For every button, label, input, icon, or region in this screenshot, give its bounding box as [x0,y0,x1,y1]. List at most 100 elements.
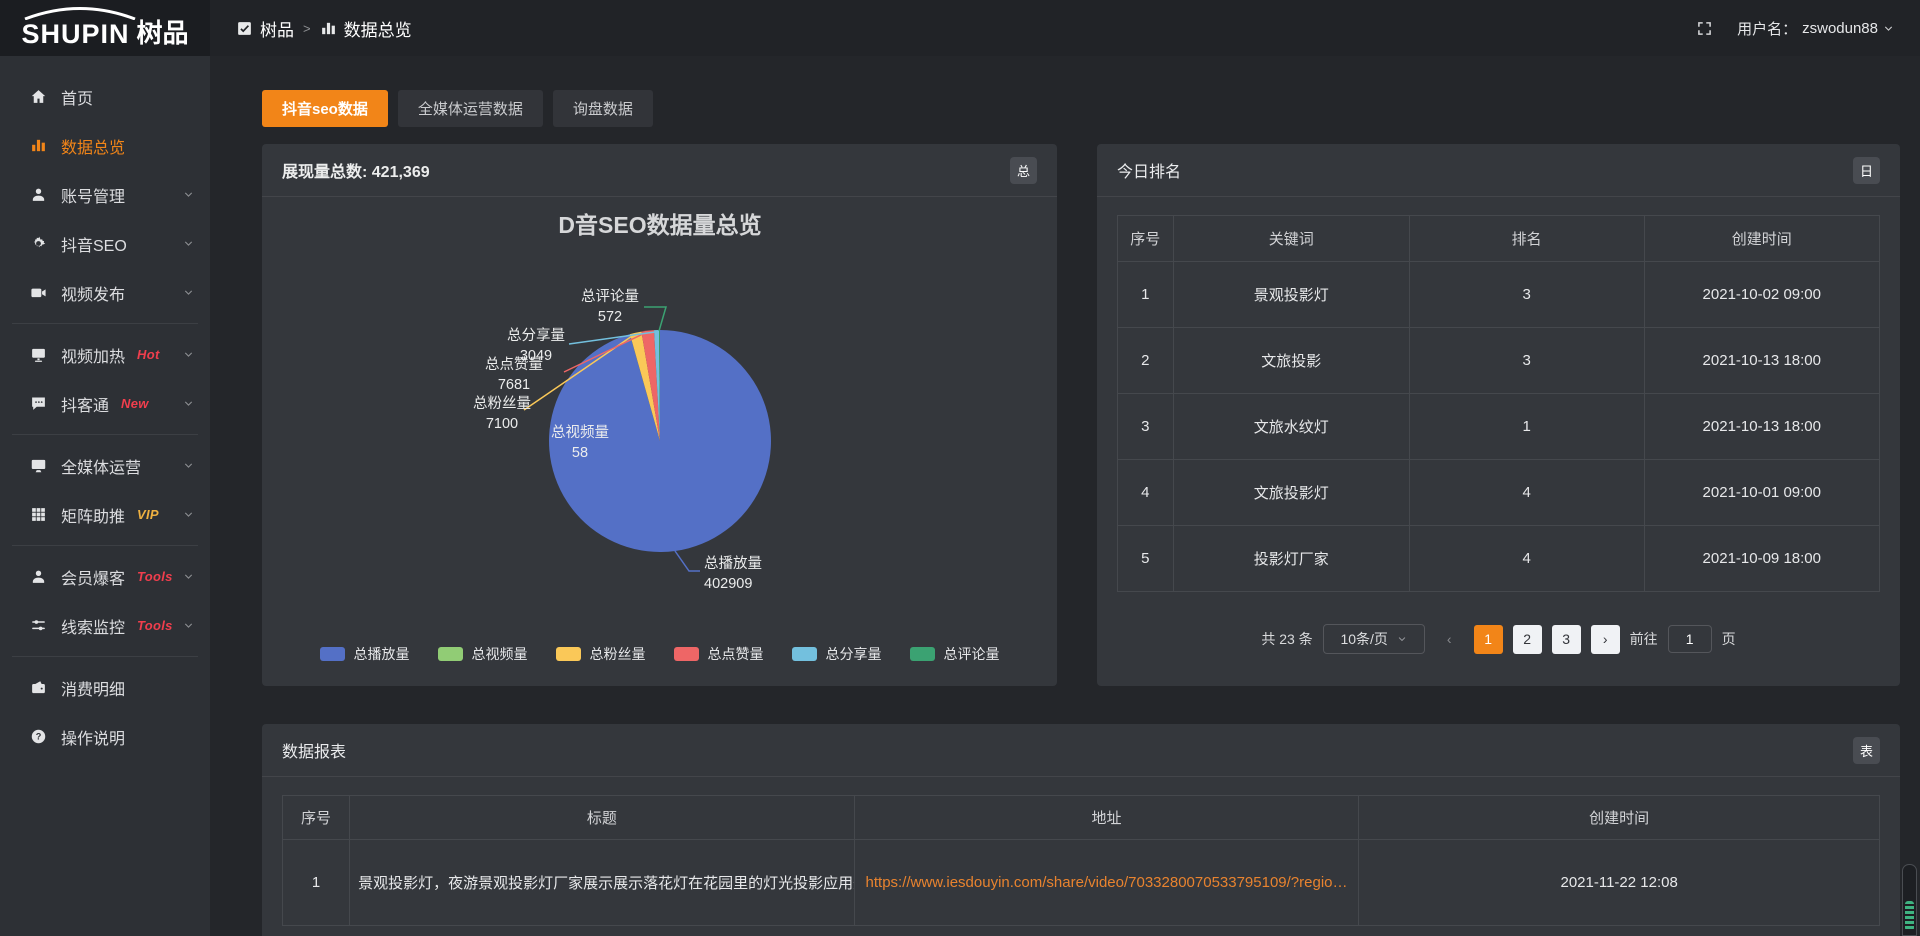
next-page-button[interactable]: › [1591,625,1620,654]
chevron-down-icon [183,620,194,631]
total-impressions-stat: 展现量总数: 421,369 [282,158,430,182]
overview-corner-button[interactable]: 总 [1010,157,1037,184]
chevron-down-icon [183,509,194,520]
sidebar: 首页数据总览账号管理抖音SEO视频发布视频加热Hot 抖客通 New 全媒体运营矩阵助… [0,56,210,936]
tab-all-media-data[interactable]: 全媒体运营数据 [398,90,543,127]
cell: 2021-10-13 18:00 [1644,328,1879,394]
tab-douyin-seo-data[interactable]: 抖音seo数据 [262,90,388,127]
gear-icon [30,235,47,252]
sidebar-item-all-media-operation[interactable]: 全媒体运营 [0,441,210,490]
sidebar-item-video-heating[interactable]: 视频加热Hot [0,330,210,379]
goto-page-input[interactable] [1668,625,1712,653]
legend-item-总点赞量[interactable]: 总点赞量 [674,644,764,664]
sidebar-item-label: 抖客通 [61,392,109,416]
page-button-3[interactable]: 3 [1552,625,1581,654]
app-icon [236,20,253,37]
table-row: 1景观投影灯32021-10-02 09:00 [1118,262,1880,328]
pie-label-line [675,551,700,571]
bar-chart-icon [320,20,337,37]
cell: 4 [1409,460,1644,526]
page-button-2[interactable]: 2 [1513,625,1542,654]
legend-swatch [674,647,699,661]
prev-page-button[interactable]: ‹ [1435,625,1464,654]
chevron-down-icon [1883,23,1894,34]
legend-item-总评论量[interactable]: 总评论量 [910,644,1000,664]
pie-label-name: 总视频量 [551,424,609,441]
video-link[interactable]: https://www.iesdouyin.com/share/video/70… [866,874,1348,891]
user-menu[interactable]: 用户名：zswodun88 [1737,18,1894,39]
breadcrumb-app[interactable]: 树品 [236,16,294,41]
logo-text-cn: 树品 [137,20,189,47]
legend-item-总播放量[interactable]: 总播放量 [320,644,410,664]
badge-tools: Tools [137,569,173,584]
column-header: 关键词 [1173,216,1409,262]
sidebar-item-douyin-seo[interactable]: 抖音SEO [0,219,210,268]
fullscreen-icon[interactable] [1696,20,1713,37]
username: zswodun88 [1802,20,1878,37]
cell: 3 [1409,262,1644,328]
legend-item-总粉丝量[interactable]: 总粉丝量 [556,644,646,664]
page-size-select[interactable]: 10条/页 [1323,624,1425,654]
sidebar-item-instructions[interactable]: ?操作说明 [0,712,210,761]
ranking-corner-button[interactable]: 日 [1853,157,1880,184]
sidebar-item-video-publish[interactable]: 视频发布 [0,268,210,317]
sidebar-item-label: 全媒体运营 [61,454,141,478]
table-row: 2文旅投影32021-10-13 18:00 [1118,328,1880,394]
sidebar-divider [12,323,198,324]
top-panels: 展现量总数: 421,369 总 D音SEO数据量总览总播放量402909总视频… [262,144,1900,686]
sliders-icon [30,617,47,634]
sidebar-item-label: 消费明细 [61,676,125,700]
legend-label: 总粉丝量 [590,644,646,664]
sidebar-item-matrix-boost[interactable]: 矩阵助推VIP [0,490,210,539]
legend-item-总视频量[interactable]: 总视频量 [438,644,528,664]
badge-new: New [121,396,149,411]
cell: 3 [1409,328,1644,394]
legend-item-总分享量[interactable]: 总分享量 [792,644,882,664]
main-content: 抖音seo数据全媒体运营数据询盘数据 展现量总数: 421,369 总 D音SE… [210,56,1920,936]
breadcrumb: 树品 > 数据总览 [236,16,412,41]
cell: 1 [1118,262,1174,328]
sidebar-item-member-baoke[interactable]: 会员爆客 Tools [0,552,210,601]
pie-label-name: 总播放量 [704,555,762,572]
report-panel-title: 数据报表 [282,738,346,762]
logo[interactable]: SHUPIN 树品 [0,0,210,56]
pie-label-line [644,307,666,331]
legend-label: 总播放量 [354,644,410,664]
sidebar-item-clue-monitor[interactable]: 线索监控Tools [0,601,210,650]
sidebar-item-consumption-detail[interactable]: 消费明细 [0,663,210,712]
scroll-thumb[interactable] [1905,901,1914,931]
column-header: 创建时间 [1644,216,1879,262]
bar-chart-icon [30,137,47,154]
sidebar-item-label: 会员爆客 [61,565,125,589]
pie-label-name: 总评论量 [581,288,639,305]
cell: 5 [1118,526,1174,592]
pie-label-name: 总分享量 [507,327,565,344]
scrollbar[interactable] [1902,864,1917,936]
table-header-row: 序号关键词排名创建时间 [1118,216,1880,262]
breadcrumb-separator: > [303,21,311,36]
logo-arc [21,6,139,20]
badge-tools: Tools [137,618,173,633]
sidebar-item-douketong[interactable]: 抖客通 New [0,379,210,428]
breadcrumb-page[interactable]: 数据总览 [320,16,412,41]
cell: 投影灯厂家 [1173,526,1409,592]
sidebar-item-account-management[interactable]: 账号管理 [0,170,210,219]
tab-inquiry-data[interactable]: 询盘数据 [553,90,653,127]
page-button-1[interactable]: 1 [1474,625,1503,654]
table-row: 4文旅投影灯42021-10-01 09:00 [1118,460,1880,526]
report-panel-header: 数据报表 表 [262,724,1900,777]
pie-label-value: 572 [598,309,622,325]
cell: 4 [1409,526,1644,592]
chevron-down-icon [183,238,194,249]
report-corner-button[interactable]: 表 [1853,737,1880,764]
sidebar-item-home[interactable]: 首页 [0,72,210,121]
pie-label-value: 7681 [498,377,530,393]
chevron-down-icon [183,287,194,298]
sidebar-item-data-overview[interactable]: 数据总览 [0,121,210,170]
sidebar-divider [12,545,198,546]
cell: 文旅水纹灯 [1173,394,1409,460]
chevron-down-icon [183,189,194,200]
sidebar-item-label: 矩阵助推 [61,503,125,527]
sidebar-divider [12,434,198,435]
table-header-row: 序号标题地址创建时间 [283,796,1880,840]
